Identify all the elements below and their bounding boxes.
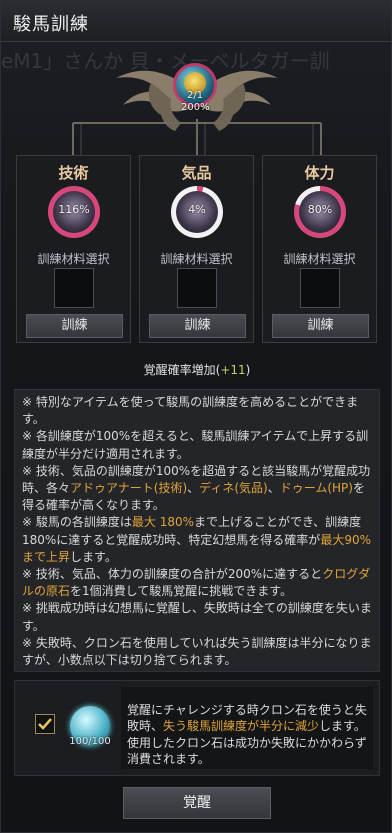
panel-skill: 技術 116% 訓練材料選択 訓練 — [16, 155, 131, 343]
window-title: 駿馬訓練 — [13, 14, 89, 35]
material-slot-stamina[interactable] — [300, 268, 340, 308]
horse-training-window: 駿馬訓練 eM1」さんか 貝・メーベルタガー訓 2/1 200% 技術 116%… — [0, 0, 392, 833]
probability-close: ) — [245, 363, 251, 377]
progress-ring-stamina: 80% — [294, 186, 346, 238]
material-slot-grace[interactable] — [177, 268, 217, 308]
note-text: ※ 技術、気品、体力の訓練度の合計が200%に達すると — [22, 567, 323, 582]
panel-title-grace: 気品 — [181, 164, 212, 182]
highlight-text: ディネ(気品) — [199, 481, 268, 496]
awaken-button[interactable]: 覚醒 — [123, 787, 271, 819]
material-slot-skill[interactable] — [54, 268, 94, 308]
note-text: ※ 各訓練度が100%を超えると、駿馬訓練アイテムで上昇する訓練度が半分だけ適用… — [22, 429, 369, 461]
note-text: 、 — [267, 481, 280, 496]
material-label-stamina: 訓練材料選択 — [283, 252, 356, 266]
progress-ring-grace: 4% — [171, 186, 223, 238]
train-button-skill[interactable]: 訓練 — [26, 314, 123, 338]
ring-percent-grace: 4% — [188, 203, 206, 216]
ring-percent-stamina: 80% — [307, 203, 333, 216]
ring-percent-skill: 116% — [58, 203, 90, 216]
material-label-grace: 訓練材料選択 — [160, 252, 233, 266]
note-text: を1個消費して駿馬覚醒に挑戦できます。 — [70, 584, 293, 599]
probability-bonus: +11 — [220, 363, 246, 377]
highlight-text: アドゥアナート(技術) — [70, 481, 188, 496]
checkmark-icon — [38, 718, 52, 730]
highlight-text: 失う駿馬訓練度が半分に減少 — [163, 719, 320, 734]
awakening-probability: 覚醒確率増加(+11) — [1, 361, 392, 378]
main-orb-percent: 200% — [181, 102, 210, 113]
note-line: ※ 技術、気品の訓練度が100%を超過すると該当駿馬が覚醒成功時、各々アドゥアナ… — [22, 463, 372, 515]
highlight-text: ドゥーム(HP) — [279, 481, 353, 496]
note-text: ※ 駿馬の各訓練度は — [22, 515, 132, 530]
connector-lines — [72, 119, 322, 155]
train-button-grace[interactable]: 訓練 — [149, 314, 246, 338]
note-text: ※ 失敗時、クロン石を使用していれば失う訓練度は半分になりますが、小数点以下は切… — [22, 635, 372, 668]
note-line: ※ 挑戦成功時は幻想馬に覚醒し、失敗時は全ての訓練度を失います。 — [22, 600, 372, 634]
note-line: ※ 失敗時、クロン石を使用していれば失う訓練度は半分になりますが、小数点以下は切… — [22, 635, 372, 669]
panel-grace: 気品 4% 訓練材料選択 訓練 — [139, 155, 254, 343]
panel-title-skill: 技術 — [58, 164, 89, 182]
cron-stone-count: 100/100 — [69, 736, 111, 747]
highlight-text: 最大 180% — [131, 515, 194, 530]
note-text: ※ 挑戦成功時は幻想馬に覚醒し、失敗時は全ての訓練度を失います。 — [22, 601, 372, 633]
note-line: ※ 技術、気品、体力の訓練度の合計が200%に達するとクログダルの原石を1個消費… — [22, 566, 372, 600]
panel-stamina: 体力 80% 訓練材料選択 訓練 — [262, 155, 377, 343]
note-text: 、 — [187, 481, 200, 496]
note-line: ※ 各訓練度が100%を超えると、駿馬訓練アイテムで上昇する訓練度が半分だけ適用… — [22, 428, 372, 462]
cron-stone-description: 覚醒にチャレンジする時クロン石を使うと失敗時、失う駿馬訓練度が半分に減少します。… — [121, 687, 373, 769]
panel-title-stamina: 体力 — [304, 164, 335, 182]
progress-ring-skill: 116% — [48, 186, 100, 238]
cron-stone-checkbox[interactable] — [35, 714, 55, 734]
note-text: ※ 特別なアイテムを使って駿馬の訓練度を高めることができます。 — [22, 395, 359, 427]
train-button-stamina[interactable]: 訓練 — [272, 314, 369, 338]
note-line: ※ 特別なアイテムを使って駿馬の訓練度を高めることができます。 — [22, 394, 372, 428]
title-bar[interactable]: 駿馬訓練 — [1, 1, 391, 42]
note-line: ※ 駿馬の各訓練度は最大 180%まで上げることができ、訓練度180%に達すると… — [22, 514, 372, 566]
probability-label: 覚醒確率増加( — [143, 363, 221, 377]
cron-description-text: 覚醒にチャレンジする時クロン石を使うと失敗時、失う駿馬訓練度が半分に減少します。… — [127, 702, 367, 768]
cron-stone-section: 100/100 覚醒にチャレンジする時クロン石を使うと失敗時、失う駿馬訓練度が半… — [14, 680, 380, 776]
material-label-skill: 訓練材料選択 — [37, 252, 110, 266]
main-orb-count: 2/1 — [187, 90, 204, 101]
note-text: します。 — [70, 549, 117, 564]
notes-panel: ※ 特別なアイテムを使って駿馬の訓練度を高めることができます。 ※ 各訓練度が10… — [14, 389, 380, 672]
